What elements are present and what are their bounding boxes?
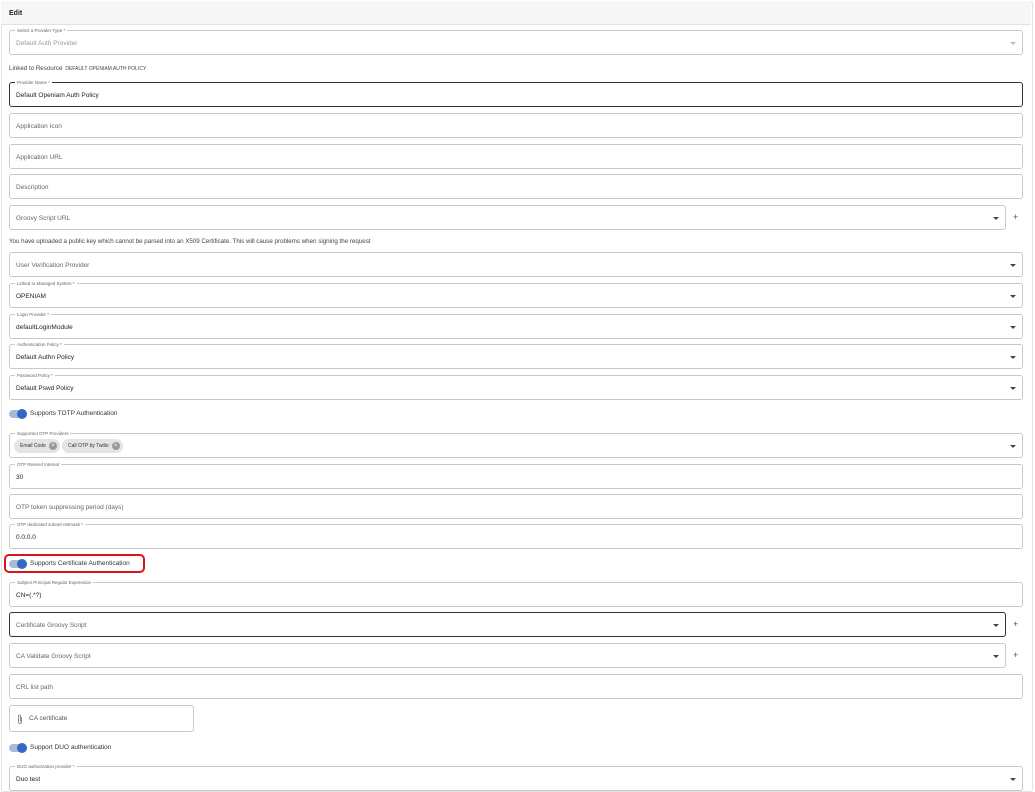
provider-name-label: Provider Name *	[15, 79, 53, 86]
cert-auth-toggle[interactable]	[9, 559, 27, 569]
otp-resend-label: OTP Resend Interval	[15, 461, 61, 468]
provider-name-value: Default Openiam Auth Policy	[16, 92, 99, 99]
cert-groovy-placeholder: Certificate Groovy Script	[16, 622, 87, 629]
user-verification-provider-select[interactable]: User Verification Provider	[9, 252, 1023, 277]
otp-suppress-input[interactable]: OTP token suppressing period (days)	[9, 494, 1023, 519]
duo-toggle[interactable]	[9, 743, 27, 753]
chip-label: Email Code	[20, 443, 46, 449]
application-icon-placeholder: Application Icon	[16, 123, 62, 130]
ca-certificate-upload[interactable]: CA certificate	[9, 705, 194, 732]
login-provider-value: defaultLoginModule	[16, 324, 73, 331]
chevron-down-icon	[993, 217, 999, 220]
panel-header: Edit	[1, 1, 1031, 25]
crl-path-input[interactable]: CRL list path	[9, 674, 1023, 699]
chevron-down-icon	[993, 655, 999, 658]
otp-chip-email-code[interactable]: Email Code ×	[14, 439, 60, 453]
remove-chip-icon[interactable]: ×	[111, 442, 120, 450]
provider-name-input[interactable]: Provider Name * Default Openiam Auth Pol…	[9, 79, 1023, 107]
cert-auth-label: Supports Certificate Authentication	[30, 560, 130, 567]
chevron-down-icon	[1010, 387, 1016, 390]
linked-resource-value: DEFAULT OPENIAM AUTH POLICY	[65, 66, 147, 72]
panel-title: Edit	[9, 10, 23, 17]
ca-validate-groovy-select[interactable]: CA Validate Groovy Script	[9, 643, 1006, 668]
chevron-down-icon	[1010, 42, 1016, 45]
managed-system-value: OPENIAM	[16, 293, 46, 300]
otp-chip-call-otp[interactable]: Call OTP by Twilio ×	[62, 439, 123, 453]
duo-provider-value: Duo test	[16, 776, 41, 783]
add-cert-groovy-button[interactable]: +	[1013, 620, 1018, 629]
login-provider-label: Login Provider *	[15, 311, 52, 318]
toggle-knob	[17, 559, 27, 569]
login-provider-select[interactable]: Login Provider * defaultLoginModule	[9, 311, 1023, 339]
application-url-placeholder: Application URL	[16, 154, 63, 161]
paperclip-icon	[18, 714, 22, 724]
toggle-knob	[17, 743, 27, 753]
otp-subnet-value: 0.0.0.0	[16, 534, 36, 541]
linked-resource: Linked to Resource DEFAULT OPENIAM AUTH P…	[9, 65, 146, 72]
subject-regex-input[interactable]: Subject Principal Regular Expression CN=…	[9, 579, 1023, 607]
add-groovy-script-button[interactable]: +	[1013, 213, 1018, 222]
provider-type-value: Default Auth Provider	[16, 40, 78, 47]
otp-resend-input[interactable]: OTP Resend Interval 30	[9, 461, 1023, 489]
totp-toggle[interactable]	[9, 409, 27, 419]
description-placeholder: Description	[16, 184, 49, 191]
authentication-policy-value: Default Authn Policy	[16, 354, 75, 361]
linked-resource-label: Linked to Resource	[9, 65, 63, 72]
remove-chip-icon[interactable]: ×	[48, 442, 57, 450]
groovy-script-url-select[interactable]: Groovy Script URL	[9, 205, 1006, 230]
otp-suppress-placeholder: OTP token suppressing period (days)	[16, 504, 124, 511]
managed-system-label: Linked to Managed System *	[15, 280, 77, 287]
otp-subnet-label: OTP dedicated subnet netmask *	[15, 521, 85, 528]
chevron-down-icon	[1010, 326, 1016, 329]
duo-provider-label: DUO authorization provider *	[15, 763, 77, 770]
chevron-down-icon	[1010, 356, 1016, 359]
chevron-down-icon	[1010, 778, 1016, 781]
duo-provider-select[interactable]: DUO authorization provider * Duo test	[9, 763, 1023, 791]
provider-type-select[interactable]: Select a Provider Type * Default Auth Pr…	[9, 27, 1023, 55]
managed-system-select[interactable]: Linked to Managed System * OPENIAM	[9, 280, 1023, 308]
add-ca-validate-groovy-button[interactable]: +	[1013, 651, 1018, 660]
application-icon-input[interactable]: Application Icon	[9, 113, 1023, 138]
ca-certificate-placeholder: CA certificate	[29, 715, 68, 722]
chip-label: Call OTP by Twilio	[68, 443, 109, 449]
subject-regex-label: Subject Principal Regular Expression	[15, 579, 94, 586]
totp-label: Supports TOTP Authentication	[30, 410, 118, 417]
otp-providers-select[interactable]: Supported OTP Providers Email Code × Call…	[9, 430, 1023, 458]
subject-regex-value: CN=(.*?)	[16, 592, 42, 599]
crl-path-placeholder: CRL list path	[16, 684, 53, 691]
description-input[interactable]: Description	[9, 174, 1023, 199]
authentication-policy-label: Authentication Policy *	[15, 341, 64, 348]
password-policy-select[interactable]: Password Policy * Default Pswd Policy	[9, 372, 1023, 400]
password-policy-value: Default Pswd Policy	[16, 385, 74, 392]
application-url-input[interactable]: Application URL	[9, 144, 1023, 169]
chevron-down-icon	[1010, 295, 1016, 298]
x509-warning: You have uploaded a public key which can…	[9, 238, 371, 245]
user-verification-provider-placeholder: User Verification Provider	[16, 262, 90, 269]
groovy-script-url-placeholder: Groovy Script URL	[16, 215, 71, 222]
otp-subnet-input[interactable]: OTP dedicated subnet netmask * 0.0.0.0	[9, 521, 1023, 549]
otp-providers-label: Supported OTP Providers	[15, 430, 71, 437]
chevron-down-icon	[1010, 445, 1016, 448]
duo-label: Support DUO authentication	[30, 744, 112, 751]
authentication-policy-select[interactable]: Authentication Policy * Default Authn Po…	[9, 341, 1023, 369]
otp-resend-value: 30	[16, 474, 24, 481]
provider-type-label: Select a Provider Type *	[15, 27, 68, 34]
ca-validate-groovy-placeholder: CA Validate Groovy Script	[16, 653, 91, 660]
cert-groovy-select[interactable]: Certificate Groovy Script	[9, 612, 1006, 637]
password-policy-label: Password Policy *	[15, 372, 56, 379]
toggle-knob	[17, 409, 27, 419]
chevron-down-icon	[1010, 264, 1016, 267]
chevron-down-icon	[993, 624, 999, 627]
